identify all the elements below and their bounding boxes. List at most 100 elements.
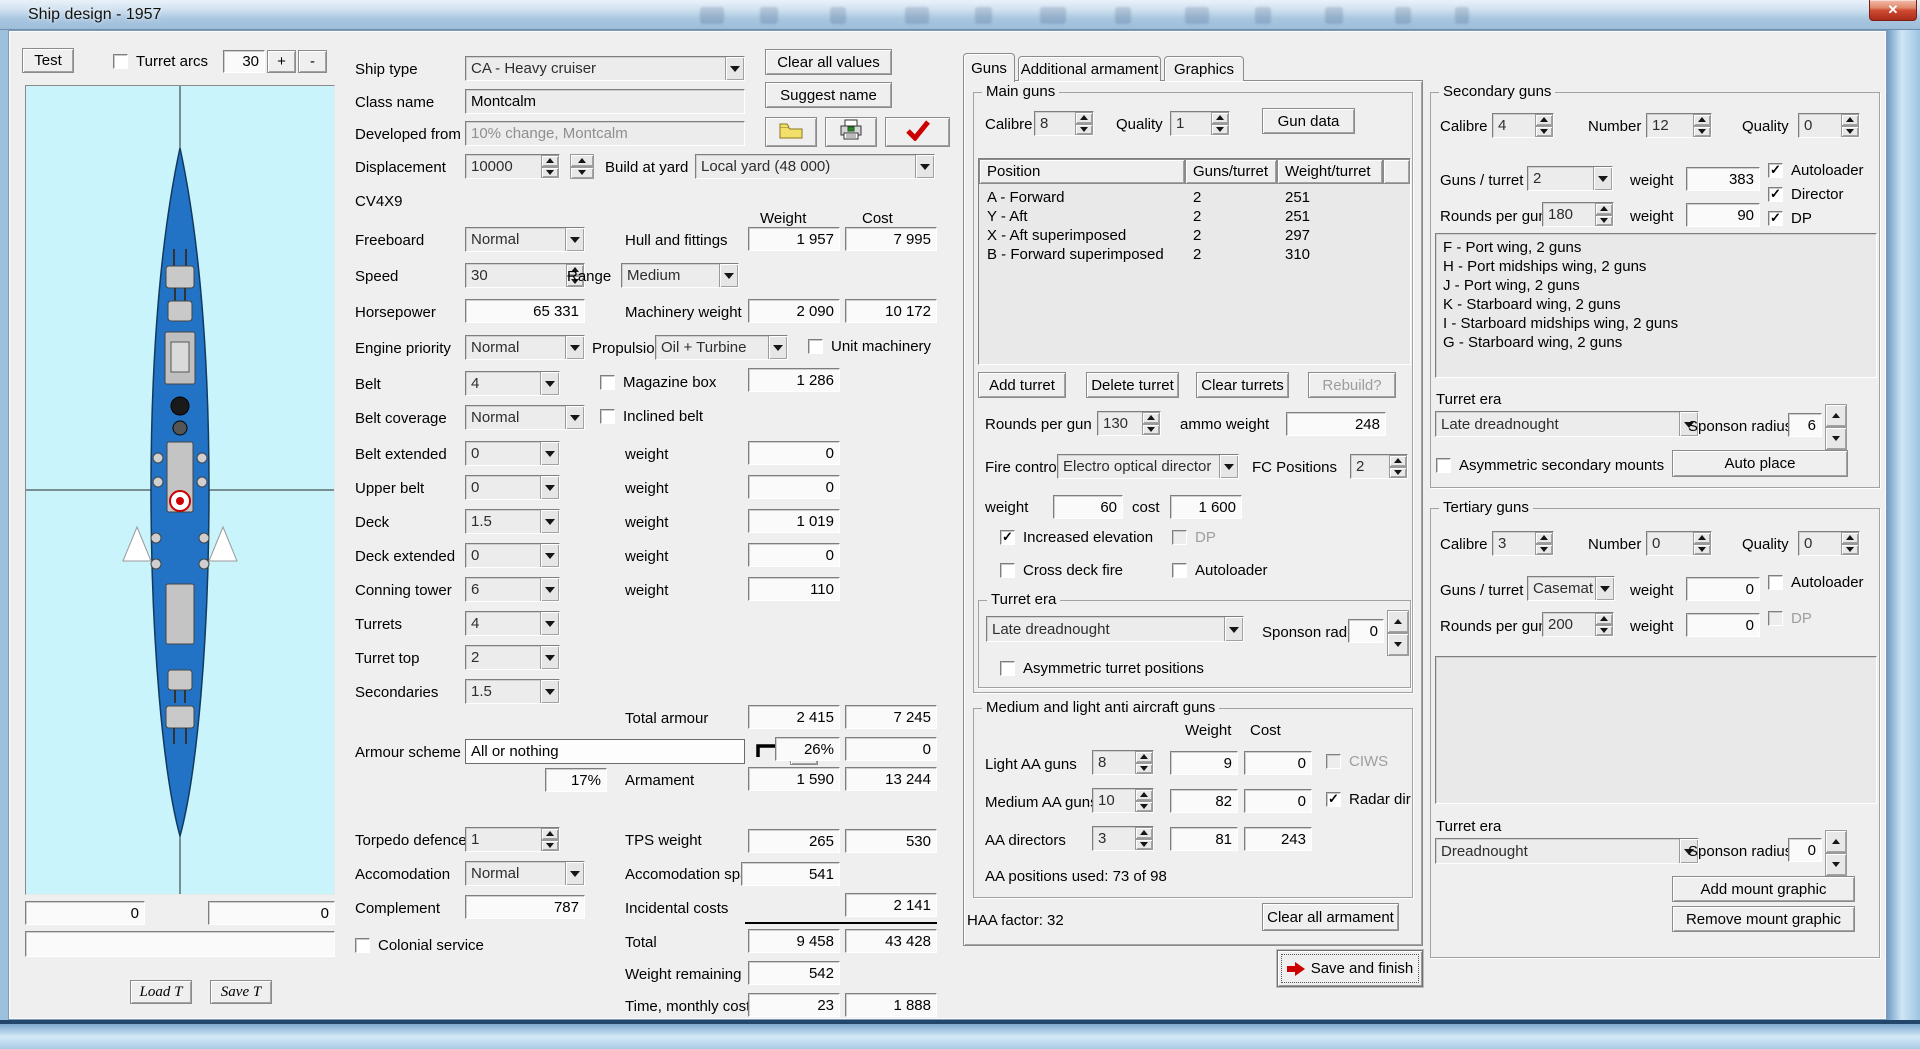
sec-dp-checkbox[interactable]: DP <box>1768 210 1812 227</box>
chevron-down-icon[interactable] <box>540 612 559 635</box>
spinner-updown-icon[interactable] <box>1135 789 1153 812</box>
chevron-down-icon[interactable] <box>540 646 559 669</box>
range-select[interactable]: Medium <box>621 263 739 288</box>
chevron-down-icon[interactable] <box>540 510 559 533</box>
secondary-mounts-list[interactable]: F - Port wing, 2 guns H - Port midships … <box>1435 233 1877 378</box>
asymmetric-turrets-checkbox[interactable]: Asymmetric turret positions <box>1000 660 1204 677</box>
arc-minus-button[interactable]: - <box>298 50 327 73</box>
clear-all-values-button[interactable]: Clear all values <box>765 49 892 75</box>
sec-guns-turret-select[interactable]: 2 <box>1527 166 1613 191</box>
remove-mount-graphic-button[interactable]: Remove mount graphic <box>1672 906 1855 932</box>
asymmetric-secondary-checkbox[interactable]: Asymmetric secondary mounts <box>1436 457 1664 474</box>
col-weight-turret[interactable]: Weight/turret <box>1277 159 1383 184</box>
turret-table[interactable]: Position Guns/turret Weight/turret A - F… <box>978 158 1411 365</box>
list-item[interactable]: F - Port wing, 2 guns <box>1443 238 1869 257</box>
ter-rounds-spinner[interactable]: 200 <box>1542 612 1614 637</box>
spinner-updown-icon[interactable] <box>1841 532 1859 555</box>
deck-select[interactable]: 1.5 <box>465 509 560 534</box>
spinner-updown-icon[interactable] <box>1535 532 1553 555</box>
fc-positions-spinner[interactable]: 2 <box>1350 454 1408 479</box>
list-item[interactable]: I - Starboard midships wing, 2 guns <box>1443 314 1869 333</box>
main-quality-spinner[interactable]: 1 <box>1170 111 1230 136</box>
spinner-updown-icon[interactable] <box>1595 613 1613 636</box>
ter-autoloader-checkbox[interactable]: Autoloader <box>1768 574 1864 591</box>
ship-drawing-canvas[interactable] <box>25 85 335 895</box>
secondaries-select[interactable]: 1.5 <box>465 679 560 704</box>
arc-step-field[interactable]: 30 <box>223 50 265 73</box>
main-rounds-spinner[interactable]: 130 <box>1097 411 1161 436</box>
ter-quality-spinner[interactable]: 0 <box>1798 531 1860 556</box>
belt-coverage-select[interactable]: Normal <box>465 405 585 430</box>
freeboard-select[interactable]: Normal <box>465 227 585 252</box>
chevron-down-icon[interactable] <box>540 372 559 395</box>
torpedo-defence-spinner[interactable]: 1 <box>465 827 560 852</box>
sec-autoloader-checkbox[interactable]: Autoloader <box>1768 162 1864 179</box>
table-row[interactable]: X - Aft superimposed2297 <box>979 226 1410 245</box>
table-row[interactable]: B - Forward superimposed2310 <box>979 245 1410 264</box>
table-row[interactable]: Y - Aft2251 <box>979 207 1410 226</box>
engine-priority-select[interactable]: Normal <box>465 335 585 360</box>
chevron-down-icon[interactable] <box>725 57 744 80</box>
tab-graphics[interactable]: Graphics <box>1164 56 1244 81</box>
clear-turrets-button[interactable]: Clear turrets <box>1196 372 1289 398</box>
chevron-down-icon[interactable] <box>540 476 559 499</box>
load-template-button[interactable]: Load T <box>130 980 192 1004</box>
ter-sponson-updown[interactable] <box>1825 830 1847 876</box>
spinner-updown-icon[interactable] <box>1595 203 1613 226</box>
spinner-updown-icon[interactable] <box>1693 114 1711 137</box>
unit-machinery-checkbox[interactable]: Unit machinery <box>808 338 931 355</box>
add-turret-button[interactable]: Add turret <box>978 372 1066 398</box>
inclined-belt-checkbox[interactable]: Inclined belt <box>600 408 703 425</box>
col-guns-turret[interactable]: Guns/turret <box>1185 159 1277 184</box>
test-button[interactable]: Test <box>22 48 74 73</box>
clear-all-armament-button[interactable]: Clear all armament <box>1262 903 1399 931</box>
class-name-field[interactable]: Montcalm <box>465 89 745 114</box>
ship-type-select[interactable]: CA - Heavy cruiser <box>465 56 745 81</box>
spinner-updown-icon[interactable] <box>1211 112 1229 135</box>
open-button[interactable] <box>765 117 817 147</box>
chevron-down-icon[interactable] <box>540 578 559 601</box>
sec-number-spinner[interactable]: 12 <box>1646 113 1712 138</box>
displacement-step-updown[interactable] <box>570 154 594 179</box>
spinner-updown-icon[interactable] <box>541 155 559 178</box>
validate-button[interactable] <box>885 117 950 147</box>
displacement-spinner[interactable]: 10000 <box>465 154 560 179</box>
chevron-down-icon[interactable] <box>540 544 559 567</box>
chevron-down-icon[interactable] <box>1593 167 1612 190</box>
spinner-updown-icon[interactable] <box>1075 112 1093 135</box>
chevron-down-icon[interactable] <box>565 228 584 251</box>
sec-calibre-spinner[interactable]: 4 <box>1492 113 1554 138</box>
spinner-updown-icon[interactable] <box>1142 412 1160 435</box>
chevron-down-icon[interactable] <box>540 680 559 703</box>
close-button[interactable]: ✕ <box>1869 0 1917 21</box>
main-turret-era-select[interactable]: Late dreadnought <box>986 616 1244 642</box>
belt-extended-select[interactable]: 0 <box>465 441 560 466</box>
table-row[interactable]: A - Forward2251 <box>979 188 1410 207</box>
build-at-yard-select[interactable]: Local yard (48 000) <box>695 154 935 179</box>
list-item[interactable]: G - Starboard wing, 2 guns <box>1443 333 1869 352</box>
gun-data-button[interactable]: Gun data <box>1262 108 1355 134</box>
list-item[interactable]: H - Port midships wing, 2 guns <box>1443 257 1869 276</box>
increased-elevation-checkbox[interactable]: Increased elevation <box>1000 529 1153 546</box>
propulsion-select[interactable]: Oil + Turbine <box>655 335 788 360</box>
spinner-updown-icon[interactable] <box>1535 114 1553 137</box>
chevron-down-icon[interactable] <box>915 155 934 178</box>
conning-tower-select[interactable]: 6 <box>465 577 560 602</box>
sec-rounds-spinner[interactable]: 180 <box>1542 202 1614 227</box>
add-mount-graphic-button[interactable]: Add mount graphic <box>1672 876 1855 902</box>
main-calibre-spinner[interactable]: 8 <box>1034 111 1094 136</box>
chevron-down-icon[interactable] <box>1224 617 1243 641</box>
aa-directors-spinner[interactable]: 3 <box>1092 826 1154 851</box>
turrets-select[interactable]: 4 <box>465 611 560 636</box>
turret-arcs-checkbox[interactable]: Turret arcs <box>113 53 208 70</box>
cross-deck-fire-checkbox[interactable]: Cross deck fire <box>1000 562 1123 579</box>
radar-dir-checkbox[interactable]: Radar dir <box>1326 791 1411 808</box>
chevron-down-icon[interactable] <box>768 336 787 359</box>
light-aa-spinner[interactable]: 8 <box>1092 750 1154 775</box>
chevron-down-icon[interactable] <box>719 264 738 287</box>
colonial-service-checkbox[interactable]: Colonial service <box>355 937 484 954</box>
sec-sponson-updown[interactable] <box>1825 404 1847 450</box>
sec-quality-spinner[interactable]: 0 <box>1798 113 1860 138</box>
suggest-name-button[interactable]: Suggest name <box>765 82 892 108</box>
turret-top-select[interactable]: 2 <box>465 645 560 670</box>
